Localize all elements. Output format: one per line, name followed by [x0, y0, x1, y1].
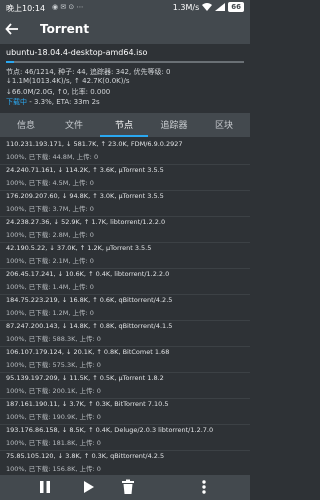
more-icon[interactable]	[196, 479, 212, 495]
peer-address-line: 42.190.5.22, ↓ 37.0K, ↑ 1.2K, μTorrent 3…	[6, 244, 152, 252]
peer-address-line: 187.161.190.11, ↓ 3.7K, ↑ 0.3K, BitTorre…	[6, 400, 169, 408]
torrent-name: ubuntu-18.04.4-desktop-amd64.iso	[6, 48, 148, 57]
peer-address-line: 206.45.17.241, ↓ 10.6K, ↑ 0.4K, libtorre…	[6, 270, 170, 278]
page-title: Torrent	[40, 22, 90, 36]
peer-progress-line: 100%, 已下载: 44.8M, 上传: 0	[6, 153, 99, 161]
peer-address-line: 106.107.179.124, ↓ 20.1K, ↑ 0.8K, BitCom…	[6, 348, 170, 356]
tab-peers[interactable]: 节点	[100, 118, 148, 131]
peers-summary: 节点: 46/1214, 种子: 44, 追踪器: 342, 优先等级: 0	[6, 68, 171, 76]
peer-address-line: 176.209.207.60, ↓ 94.8K, ↑ 3.0K, μTorren…	[6, 192, 164, 200]
peer-row[interactable]: 184.75.223.219, ↓ 16.8K, ↑ 0.6K, qBittor…	[0, 293, 250, 321]
play-icon[interactable]	[80, 479, 96, 495]
peer-row[interactable]: 75.85.105.120, ↓ 3.8K, ↑ 0.3K, qBittorre…	[0, 449, 250, 475]
app-bar: Torrent	[0, 16, 250, 44]
peer-progress-line: 100%, 已下载: 156.8K, 上传: 0	[6, 465, 101, 473]
peer-progress-line: 100%, 已下载: 2.1M, 上传: 0	[6, 257, 94, 265]
peer-progress-line: 100%, 已下载: 181.8K, 上传: 0	[6, 439, 101, 447]
peer-address-line: 75.85.105.120, ↓ 3.8K, ↑ 0.3K, qBittorre…	[6, 452, 165, 460]
bottom-action-bar	[0, 475, 250, 500]
download-status: 下载中	[6, 98, 27, 106]
system-status-bar: 晚上10:14 ◉ ✉ ⊙ ⋯ 1.3M/s 66	[0, 0, 250, 16]
status-right: 1.3M/s 66	[173, 2, 244, 12]
peer-row[interactable]: 176.209.207.60, ↓ 94.8K, ↑ 3.0K, μTorren…	[0, 189, 250, 217]
peer-progress-line: 100%, 已下载: 2.8M, 上传: 0	[6, 231, 94, 239]
back-arrow-icon[interactable]	[5, 22, 19, 36]
peer-row[interactable]: 87.247.200.143, ↓ 14.8K, ↑ 0.8K, qBittor…	[0, 319, 250, 347]
peer-address-line: 193.176.86.158, ↓ 8.5K, ↑ 0.4K, Deluge/2…	[6, 426, 214, 434]
peer-row[interactable]: 110.231.193.171, ↓ 581.7K, ↑ 23.0K, FDM/…	[0, 137, 250, 165]
peer-row[interactable]: 24.238.27.36, ↓ 52.9K, ↑ 1.7K, libtorren…	[0, 215, 250, 243]
peer-progress-line: 100%, 已下载: 588.3K, 上传: 0	[6, 335, 101, 343]
clock: 晚上10:14	[6, 4, 46, 13]
progress-bar	[6, 61, 244, 63]
peer-row[interactable]: 106.107.179.124, ↓ 20.1K, ↑ 0.8K, BitCom…	[0, 345, 250, 373]
progress-fill	[6, 61, 14, 63]
peer-progress-line: 100%, 已下载: 200.1K, 上传: 0	[6, 387, 101, 395]
delete-icon[interactable]	[120, 479, 136, 495]
speed-summary: ↓1.1M(1013.4K)/s, ↑ 42.7K(0.0K)/s	[6, 77, 130, 85]
peer-progress-line: 100%, 已下载: 575.3K, 上传: 0	[6, 361, 101, 369]
pause-icon[interactable]	[37, 479, 53, 495]
peer-progress-line: 100%, 已下载: 4.5M, 上传: 0	[6, 179, 94, 187]
tab-bar: 信息 文件 节点 追踪器 区块	[0, 113, 250, 137]
peer-address-line: 24.238.27.36, ↓ 52.9K, ↑ 1.7K, libtorren…	[6, 218, 166, 226]
peer-row[interactable]: 24.240.71.161, ↓ 114.2K, ↑ 3.6K, μTorren…	[0, 163, 250, 191]
eta-text: - 3.3%, ETA: 33m 2s	[27, 98, 100, 106]
peer-address-line: 24.240.71.161, ↓ 114.2K, ↑ 3.6K, μTorren…	[6, 166, 164, 174]
wifi-icon	[202, 3, 213, 11]
torrent-info: ubuntu-18.04.4-desktop-amd64.iso 节点: 46/…	[0, 44, 250, 113]
peer-row[interactable]: 193.176.86.158, ↓ 8.5K, ↑ 0.4K, Deluge/2…	[0, 423, 250, 451]
peer-address-line: 95.139.197.209, ↓ 11.5K, ↑ 0.5K, μTorren…	[6, 374, 164, 382]
battery-icon: 66	[228, 2, 244, 12]
tab-info[interactable]: 信息	[2, 118, 50, 131]
peer-row[interactable]: 206.45.17.241, ↓ 10.6K, ↑ 0.4K, libtorre…	[0, 267, 250, 295]
size-summary: ↓66.0M/2.0G, ↑0, 比率: 0.000	[6, 88, 111, 96]
status-line: 下载中 - 3.3%, ETA: 33m 2s	[6, 97, 100, 107]
peer-progress-line: 100%, 已下载: 1.2M, 上传: 0	[6, 309, 94, 317]
peer-row[interactable]: 42.190.5.22, ↓ 37.0K, ↑ 1.2K, μTorrent 3…	[0, 241, 250, 269]
tab-files[interactable]: 文件	[50, 118, 98, 131]
tab-pieces[interactable]: 区块	[200, 118, 248, 131]
network-speed: 1.3M/s	[172, 2, 200, 12]
notification-icons: ◉ ✉ ⊙ ⋯	[52, 3, 84, 11]
peer-progress-line: 100%, 已下载: 1.4M, 上传: 0	[6, 283, 94, 291]
peer-address-line: 87.247.200.143, ↓ 14.8K, ↑ 0.8K, qBittor…	[6, 322, 173, 330]
peer-address-line: 184.75.223.219, ↓ 16.8K, ↑ 0.6K, qBittor…	[6, 296, 173, 304]
peer-row[interactable]: 95.139.197.209, ↓ 11.5K, ↑ 0.5K, μTorren…	[0, 371, 250, 399]
signal-icon	[215, 3, 226, 11]
peer-progress-line: 100%, 已下载: 3.7M, 上传: 0	[6, 205, 94, 213]
tab-trackers[interactable]: 追踪器	[150, 118, 198, 131]
peer-row[interactable]: 187.161.190.11, ↓ 3.7K, ↑ 0.3K, BitTorre…	[0, 397, 250, 425]
peer-list: 110.231.193.171, ↓ 581.7K, ↑ 23.0K, FDM/…	[0, 137, 250, 475]
peer-address-line: 110.231.193.171, ↓ 581.7K, ↑ 23.0K, FDM/…	[6, 140, 183, 148]
peer-progress-line: 100%, 已下载: 190.9K, 上传: 0	[6, 413, 101, 421]
